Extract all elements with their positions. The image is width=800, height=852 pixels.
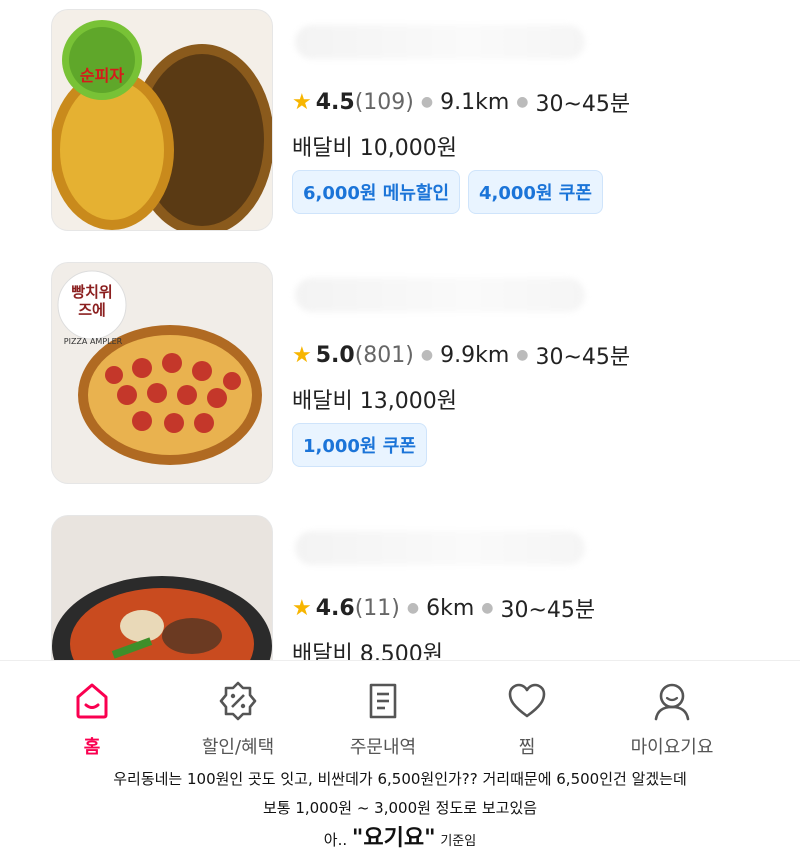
store-thumbnail[interactable]: [52, 516, 272, 660]
badge-row: 1,000원 쿠폰: [292, 423, 427, 467]
discount-badge: 6,000원 메뉴할인: [292, 170, 461, 214]
nav-discount[interactable]: 할인/혜택: [168, 661, 308, 759]
home-icon: [76, 683, 108, 719]
star-icon: ★: [292, 89, 312, 115]
caption-prefix: 아..: [323, 831, 348, 849]
review-count: (11): [354, 595, 400, 621]
store-name-blurred: [295, 531, 585, 565]
store-name-blurred: [295, 278, 585, 312]
store-name-blurred: [295, 25, 585, 59]
delivery-time: 30~45분: [535, 92, 631, 117]
store-thumbnail[interactable]: 빵치위즈에 PIZZA AMPLER: [52, 263, 272, 483]
store-thumbnail[interactable]: 순피자: [52, 10, 272, 230]
separator-dot: ●: [516, 347, 529, 363]
store-logo-text: 빵치위즈에: [71, 283, 113, 319]
delivery-time: 30~45분: [535, 345, 631, 370]
receipt-icon: [369, 683, 397, 719]
delivery-fee: 배달비 8,500원: [292, 642, 443, 660]
caption-line-1: 우리동네는 100원인 곳도 잇고, 비싼데가 6,500원인가?? 거리때문에…: [113, 770, 687, 788]
badge-row: 6,000원 메뉴할인 4,000원 쿠폰: [292, 170, 603, 214]
store-logo-subtext: PIZZA AMPLER: [63, 337, 123, 346]
store-list-item[interactable]: ★ 4.6 (11) ● 6km ● 30~45분 배달비 8,500원: [0, 506, 800, 660]
nav-home[interactable]: 홈: [22, 661, 162, 759]
separator-dot: ●: [516, 94, 529, 110]
store-meta: ★ 4.6 (11) ● 6km ● 30~45분: [292, 592, 595, 624]
nav-label: 홈: [83, 737, 101, 758]
pizza-image: [52, 20, 272, 230]
rating: 5.0: [315, 342, 355, 368]
store-list-item[interactable]: 순피자 ★ 4.5 (109) ● 9.1km ● 30~45분 배달비 10,…: [0, 0, 800, 240]
distance: 6km: [426, 595, 475, 621]
separator-dot: ●: [420, 94, 434, 110]
star-icon: ★: [292, 342, 312, 368]
caption-line-3: 아.. "요기요" 기준임: [0, 820, 800, 852]
rating: 4.6: [315, 595, 355, 621]
store-meta: ★ 4.5 (109) ● 9.1km ● 30~45분: [292, 86, 630, 118]
delivery-fee: 배달비 10,000원: [292, 136, 457, 161]
caption-brand: "요기요": [351, 826, 436, 851]
coupon-badge: 1,000원 쿠폰: [292, 423, 427, 467]
store-logo-text: 순피자: [79, 66, 125, 85]
nav-label: 할인/혜택: [201, 737, 275, 758]
review-count: (801): [354, 342, 414, 368]
caption-suffix: 기준임: [440, 834, 477, 849]
distance: 9.9km: [440, 342, 510, 368]
heart-icon: [508, 683, 546, 718]
delivery-time: 30~45분: [500, 598, 596, 623]
rating: 4.5: [315, 89, 355, 115]
separator-dot: ●: [420, 347, 434, 363]
review-count: (109): [354, 89, 414, 115]
discount-icon: [219, 681, 257, 721]
nav-label: 찜: [518, 737, 536, 758]
nav-orders[interactable]: 주문내역: [313, 661, 453, 759]
delivery-fee: 배달비 13,000원: [292, 389, 457, 414]
separator-dot: ●: [406, 600, 420, 616]
star-icon: ★: [292, 595, 312, 621]
bottom-navigation: 홈 할인/혜택 주문내역 찜 마이요기요: [0, 660, 800, 761]
nav-label: 주문내역: [349, 737, 417, 758]
store-list-item[interactable]: 빵치위즈에 PIZZA AMPLER ★ 5.0 (801) ● 9.9km ●…: [0, 253, 800, 493]
nav-favorites[interactable]: 찜: [457, 661, 597, 759]
separator-dot: ●: [481, 600, 494, 616]
store-meta: ★ 5.0 (801) ● 9.9km ● 30~45분: [292, 339, 630, 371]
distance: 9.1km: [440, 89, 510, 115]
nav-label: 마이요기요: [630, 737, 714, 758]
profile-icon: [654, 683, 690, 721]
coupon-badge: 4,000원 쿠폰: [468, 170, 603, 214]
stew-image: [52, 576, 272, 660]
nav-my-yogiyo[interactable]: 마이요기요: [602, 661, 742, 759]
caption-line-2: 보통 1,000원 ~ 3,000원 정도로 보고있음: [262, 799, 538, 817]
